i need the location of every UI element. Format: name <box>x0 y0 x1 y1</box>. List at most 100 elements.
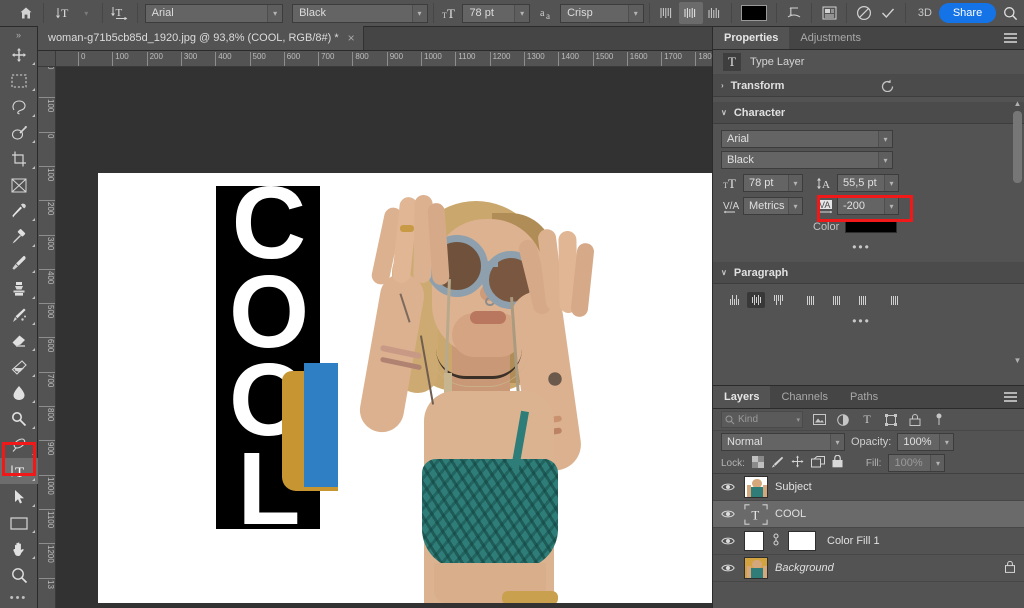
layer-visibility-icon[interactable] <box>719 509 737 519</box>
justify-last-center-button[interactable] <box>827 292 845 308</box>
type-filter-icon[interactable]: T <box>859 412 875 427</box>
dodge-tool[interactable] <box>0 406 38 432</box>
character-tracking-dropdown[interactable]: -200 ▾ <box>837 197 899 215</box>
link-mask-icon[interactable] <box>771 533 781 549</box>
character-color-swatch[interactable] <box>845 220 898 233</box>
justify-last-right-button[interactable] <box>853 292 871 308</box>
font-size-dropdown[interactable]: 78 pt ▾ <box>462 3 531 23</box>
document-tab[interactable]: woman-g71b5cb85d_1920.jpg @ 93,8% (COOL,… <box>38 26 364 50</box>
scroll-up-icon[interactable]: ▲ <box>1013 99 1022 108</box>
text-orientation-icon[interactable]: T <box>108 2 132 24</box>
lock-all-icon[interactable] <box>832 454 843 471</box>
layer-fill-thumbnail[interactable] <box>744 531 764 551</box>
align-left-button[interactable] <box>725 292 743 308</box>
lock-all-icon[interactable] <box>1005 560 1015 576</box>
font-family-dropdown[interactable]: Arial ▾ <box>144 3 284 23</box>
layer-kind-dropdown[interactable]: Kind ▾ <box>721 411 803 428</box>
character-section-header[interactable]: ∨ Character <box>713 102 1024 124</box>
lock-position-icon[interactable] <box>791 455 804 471</box>
home-icon[interactable] <box>14 2 38 24</box>
character-leading-dropdown[interactable]: 55,5 pt ▾ <box>837 174 899 192</box>
warp-text-icon[interactable]: I <box>782 2 806 24</box>
reset-icon[interactable] <box>881 79 895 95</box>
table-row[interactable]: Subject <box>713 474 1024 501</box>
horizontal-ruler[interactable]: 0 100 200 300 400 500 600 700 800 900 1000 1100 1200… <box>56 51 712 67</box>
lock-transparent-icon[interactable] <box>751 455 764 471</box>
eraser-tool[interactable] <box>0 328 38 354</box>
transform-section-header[interactable]: › Transform <box>713 75 1024 97</box>
align-left-icon[interactable] <box>655 2 679 24</box>
hand-tool[interactable] <box>0 536 38 562</box>
paragraph-more-options-icon[interactable]: ••• <box>713 314 1024 328</box>
table-row[interactable]: T COOL <box>713 501 1024 528</box>
commit-icon[interactable] <box>876 2 900 24</box>
layer-thumbnail[interactable] <box>744 557 768 579</box>
lock-artboard-icon[interactable] <box>810 455 825 471</box>
justify-last-left-button[interactable] <box>801 292 819 308</box>
layer-visibility-icon[interactable] <box>719 536 737 546</box>
blend-mode-dropdown[interactable]: Normal ▾ <box>721 433 845 451</box>
tab-channels[interactable]: Channels <box>770 386 838 408</box>
shape-filter-icon[interactable] <box>883 413 899 426</box>
text-color-swatch[interactable] <box>737 2 771 24</box>
pen-tool[interactable] <box>0 432 38 458</box>
toggle-filter-icon[interactable] <box>931 413 947 426</box>
align-right-icon[interactable] <box>703 2 727 24</box>
character-more-options-icon[interactable]: ••• <box>721 240 1016 254</box>
panel-menu-icon[interactable] <box>1004 33 1017 45</box>
brush-tool[interactable] <box>0 250 38 276</box>
align-center-button[interactable] <box>747 292 765 308</box>
fill-field[interactable]: 100% ▾ <box>888 454 946 472</box>
character-font-style-dropdown[interactable]: Black ▾ <box>721 151 893 169</box>
lock-image-icon[interactable] <box>771 456 784 471</box>
font-style-dropdown[interactable]: Black ▾ <box>292 3 428 23</box>
smart-object-filter-icon[interactable] <box>907 413 923 426</box>
search-icon[interactable] <box>996 6 1024 21</box>
zoom-tool[interactable] <box>0 562 38 588</box>
canvas[interactable]: C O O L <box>98 173 712 603</box>
justify-all-button[interactable] <box>885 292 903 308</box>
scrollbar-thumb[interactable] <box>1013 111 1022 183</box>
character-font-family-dropdown[interactable]: Arial ▾ <box>721 130 893 148</box>
layer-thumbnail[interactable]: T <box>744 503 768 525</box>
spot-healing-brush-tool[interactable] <box>0 224 38 250</box>
align-right-button[interactable] <box>769 292 787 308</box>
table-row[interactable]: Background <box>713 555 1024 582</box>
paragraph-section-header[interactable]: ∨ Paragraph <box>713 262 1024 284</box>
blur-tool[interactable] <box>0 380 38 406</box>
type-tool-preset-icon[interactable]: T <box>53 2 77 24</box>
character-panel-icon[interactable] <box>817 2 841 24</box>
tab-paths[interactable]: Paths <box>839 386 889 408</box>
close-icon[interactable]: × <box>348 31 355 45</box>
frame-tool[interactable] <box>0 172 38 198</box>
layer-visibility-icon[interactable] <box>719 482 737 492</box>
layer-visibility-icon[interactable] <box>719 563 737 573</box>
gradient-tool[interactable] <box>0 354 38 380</box>
pixel-filter-icon[interactable] <box>811 414 827 425</box>
align-center-icon[interactable] <box>678 2 703 24</box>
eyedropper-tool[interactable] <box>0 198 38 224</box>
canvas-viewport[interactable]: C O O L <box>56 67 712 608</box>
preset-dropdown[interactable]: ▾ <box>79 4 97 23</box>
more-tools-icon[interactable]: ••• <box>0 588 37 608</box>
layer-mask-thumbnail[interactable] <box>788 531 816 551</box>
object-selection-tool[interactable] <box>0 120 38 146</box>
properties-scrollbar[interactable]: ▲ ▼ <box>1013 99 1022 365</box>
3d-button[interactable]: 3D <box>911 2 939 24</box>
opacity-field[interactable]: 100% ▾ <box>897 433 955 451</box>
scroll-down-icon[interactable]: ▼ <box>1013 356 1022 365</box>
panel-menu-icon[interactable] <box>1004 392 1017 404</box>
move-tool[interactable] <box>0 42 38 68</box>
tab-properties[interactable]: Properties <box>713 27 790 49</box>
tab-adjustments[interactable]: Adjustments <box>789 27 872 49</box>
table-row[interactable]: Color Fill 1 <box>713 528 1024 555</box>
vertical-ruler[interactable]: 0 100 0 100 200 300 400 500 600 700 800 900 1000 1100… <box>38 67 56 608</box>
expand-toolbar-icon[interactable]: » <box>0 27 37 42</box>
crop-tool[interactable] <box>0 146 38 172</box>
lasso-tool[interactable] <box>0 94 38 120</box>
layer-thumbnail[interactable] <box>744 476 768 498</box>
share-button[interactable]: Share <box>938 3 997 23</box>
anti-alias-dropdown[interactable]: Crisp ▾ <box>560 3 644 23</box>
history-brush-tool[interactable] <box>0 302 38 328</box>
adjustment-filter-icon[interactable] <box>835 413 851 426</box>
